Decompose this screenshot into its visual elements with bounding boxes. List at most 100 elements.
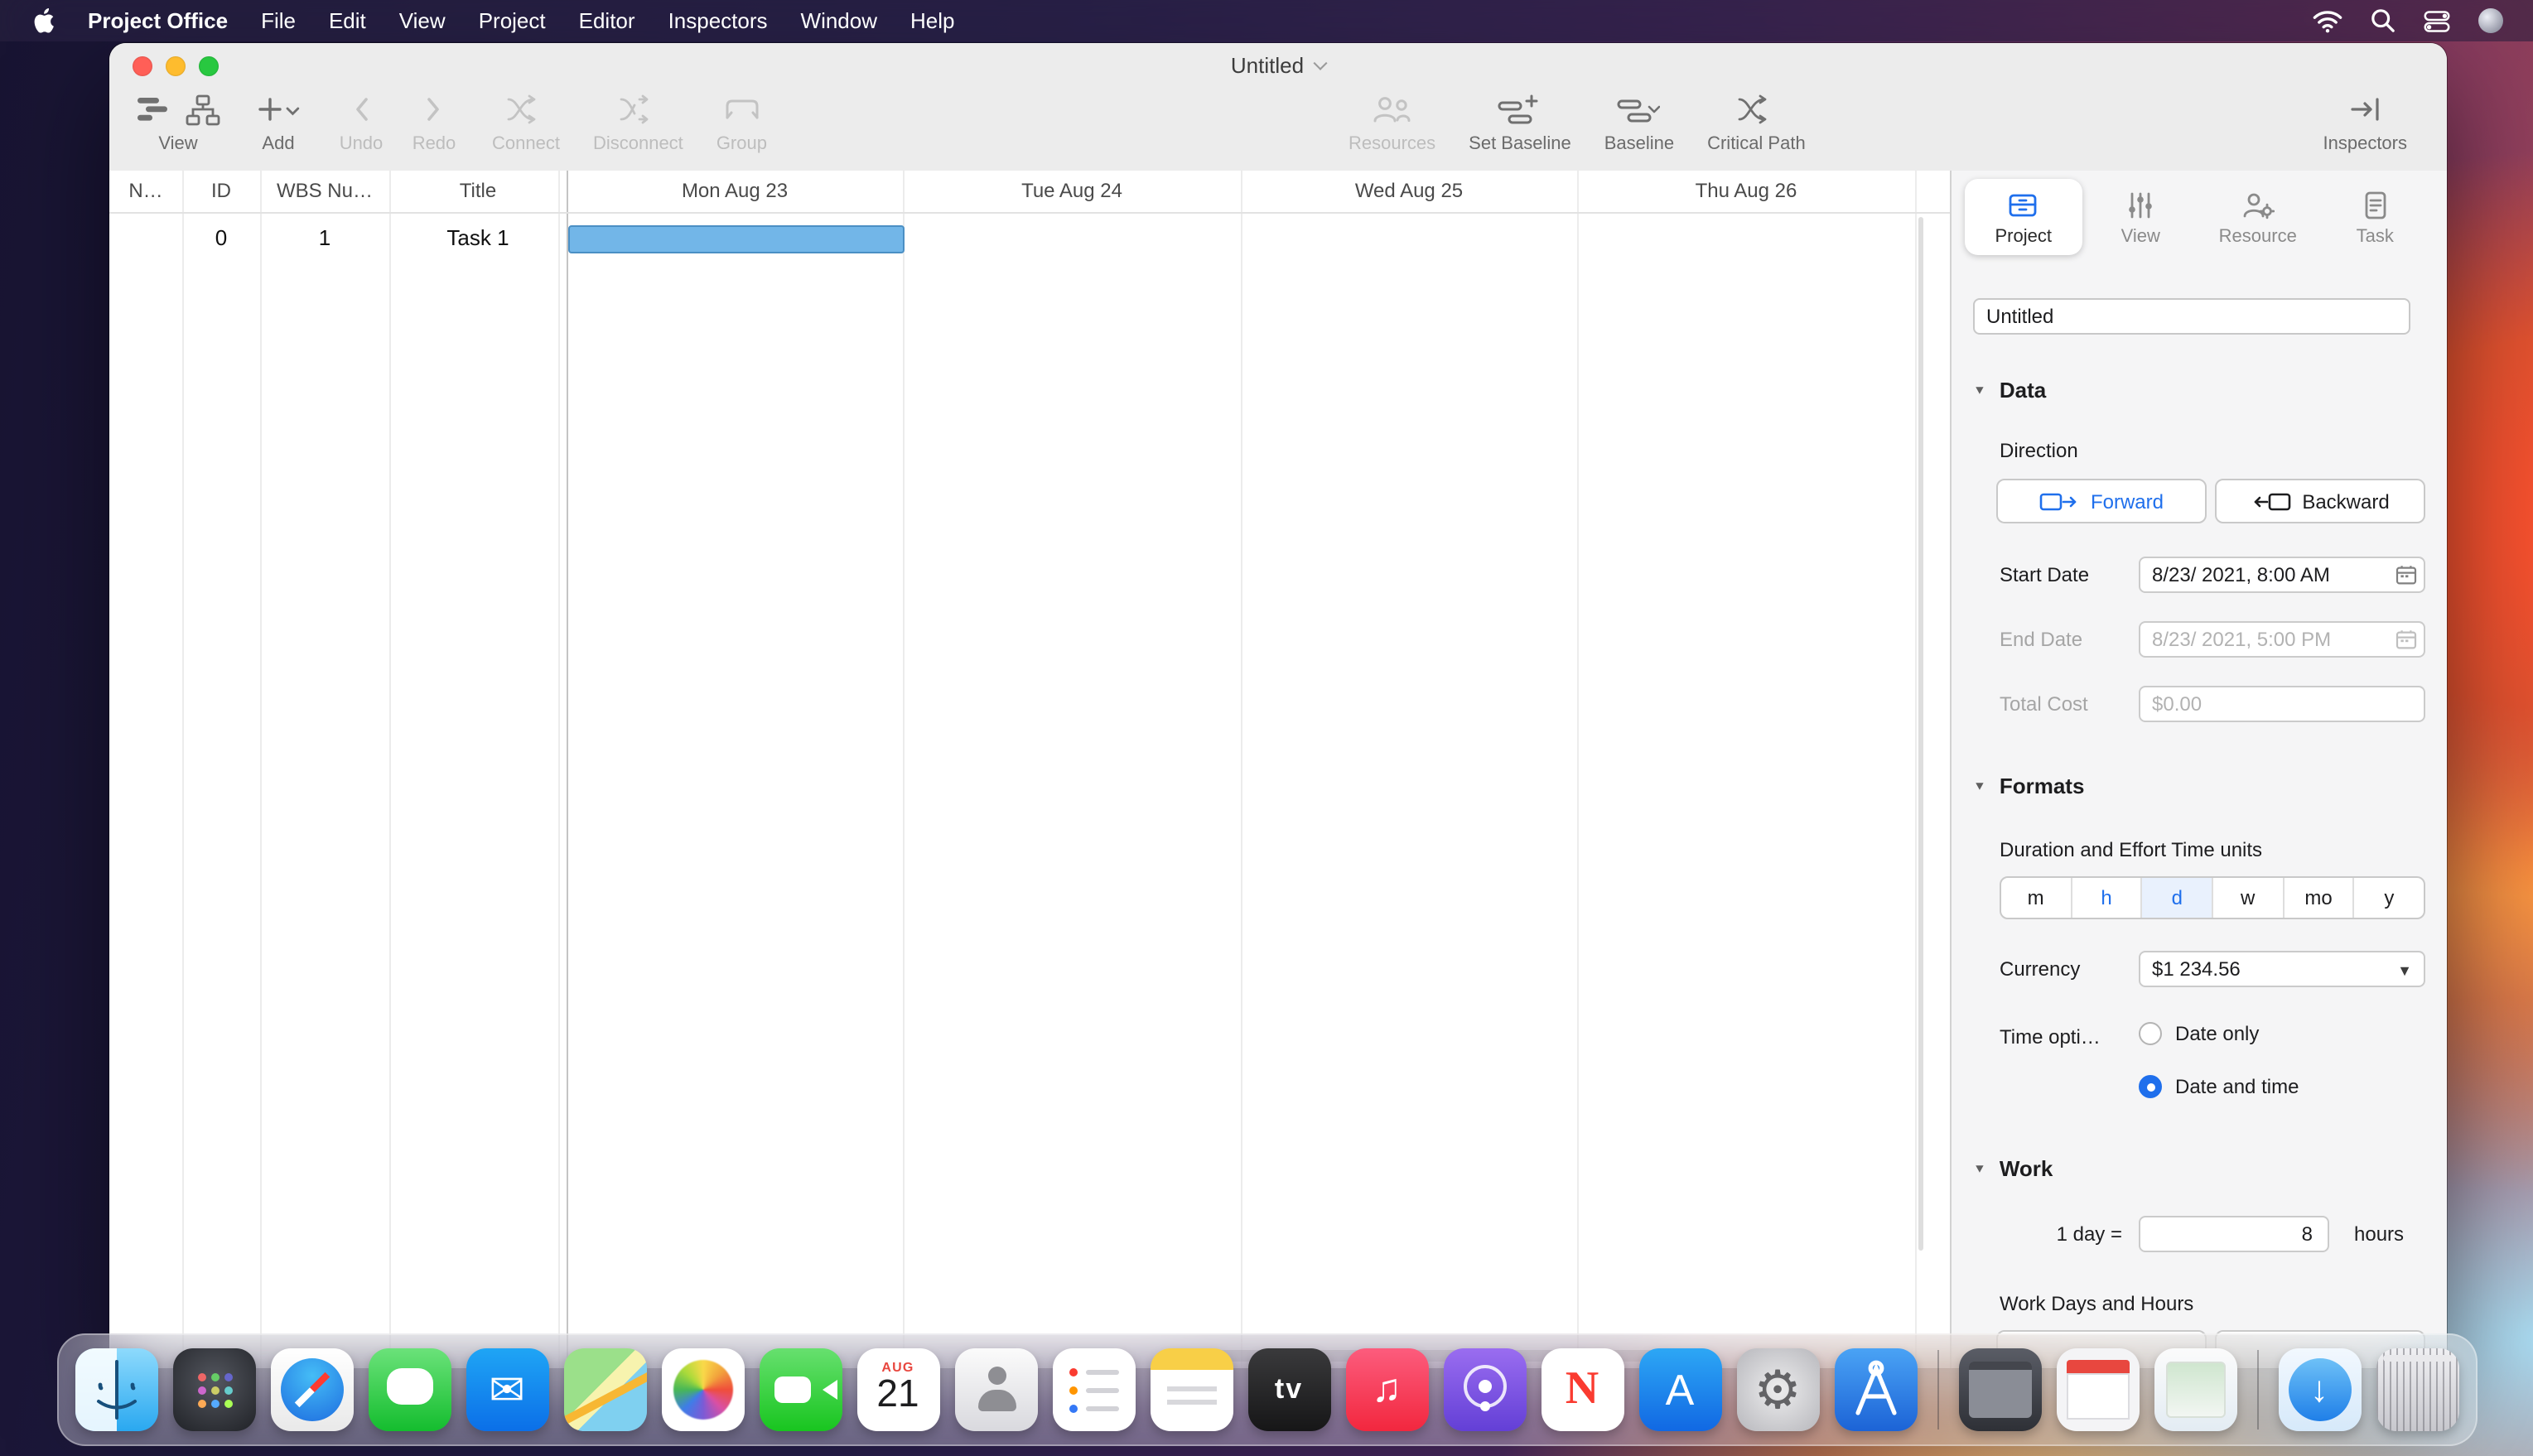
minimize-button[interactable] bbox=[166, 56, 186, 76]
menu-app-name[interactable]: Project Office bbox=[71, 8, 244, 33]
disclosure-triangle-icon[interactable]: ▼ bbox=[1973, 779, 1986, 793]
menu-project[interactable]: Project bbox=[462, 8, 562, 33]
task-gantt-bar[interactable] bbox=[568, 225, 905, 253]
unit-years[interactable]: y bbox=[2353, 878, 2424, 918]
disclosure-triangle-icon[interactable]: ▼ bbox=[1973, 383, 1986, 397]
table-timeline-divider[interactable] bbox=[567, 171, 568, 1368]
dock-maps-icon[interactable] bbox=[563, 1348, 646, 1431]
column-divider bbox=[182, 171, 184, 1368]
siri-icon[interactable] bbox=[2478, 8, 2503, 33]
tab-view[interactable]: View bbox=[2082, 179, 2200, 255]
unit-days[interactable]: d bbox=[2141, 878, 2212, 918]
control-center-icon[interactable] bbox=[2424, 9, 2450, 32]
disclosure-triangle-icon[interactable]: ▼ bbox=[1973, 1162, 1986, 1175]
set-baseline-button[interactable]: Set Baseline bbox=[1469, 91, 1571, 154]
view-tab-icon bbox=[2124, 188, 2157, 221]
dock-music-icon[interactable] bbox=[1345, 1348, 1428, 1431]
menu-view[interactable]: View bbox=[383, 8, 462, 33]
day-header-tue: Tue Aug 24 bbox=[903, 171, 1241, 212]
window-chrome: Untitled View Add bbox=[109, 43, 2447, 172]
date-and-time-label: Date and time bbox=[2175, 1075, 2299, 1098]
spotlight-search-icon[interactable] bbox=[2371, 8, 2395, 33]
dock-system-preferences-icon[interactable] bbox=[1736, 1348, 1819, 1431]
close-button[interactable] bbox=[133, 56, 152, 76]
unit-months[interactable]: mo bbox=[2282, 878, 2352, 918]
dock-project-office-icon[interactable] bbox=[1834, 1348, 1917, 1431]
date-and-time-radio[interactable] bbox=[2139, 1075, 2162, 1098]
dock-contacts-icon[interactable] bbox=[954, 1348, 1037, 1431]
task-row[interactable]: 0 1 Task 1 bbox=[109, 212, 1950, 265]
menu-edit[interactable]: Edit bbox=[312, 8, 383, 33]
dock-apple-tv-icon[interactable] bbox=[1247, 1348, 1330, 1431]
view-toolbar-control[interactable]: View bbox=[136, 91, 220, 154]
menu-window[interactable]: Window bbox=[784, 8, 895, 33]
window-content: N… ID WBS Nu… Title Mon Aug 23 Tue Aug 2… bbox=[109, 171, 2447, 1368]
dock-downloads-icon[interactable] bbox=[2278, 1348, 2361, 1431]
inspectors-icon bbox=[2348, 94, 2381, 124]
work-section-header[interactable]: ▼ Work bbox=[1973, 1156, 2425, 1181]
unit-weeks[interactable]: w bbox=[2212, 878, 2282, 918]
dock-launchpad-icon[interactable] bbox=[172, 1348, 255, 1431]
dock-recent-app-2-icon[interactable] bbox=[2056, 1348, 2139, 1431]
toolbar-undo-label: Undo bbox=[340, 134, 384, 154]
title-chevron-icon[interactable] bbox=[1314, 56, 1328, 70]
dock-recent-app-3-icon[interactable] bbox=[2154, 1348, 2236, 1431]
dock-news-icon[interactable] bbox=[1541, 1348, 1624, 1431]
day-header-mon: Mon Aug 23 bbox=[567, 171, 903, 212]
zoom-button[interactable] bbox=[199, 56, 219, 76]
dock-messages-icon[interactable] bbox=[368, 1348, 451, 1431]
dock-recent-app-1-icon[interactable] bbox=[1958, 1348, 2041, 1431]
backward-button[interactable]: Backward bbox=[2215, 479, 2425, 523]
apple-menu[interactable] bbox=[17, 8, 71, 33]
tab-resource[interactable]: Resource bbox=[2199, 179, 2317, 255]
column-header-id: ID bbox=[182, 171, 260, 212]
hours-unit-label: hours bbox=[2354, 1222, 2404, 1246]
tab-project-label: Project bbox=[1995, 226, 2053, 246]
unit-minutes[interactable]: m bbox=[2001, 878, 2070, 918]
forward-button[interactable]: Forward bbox=[1996, 479, 2207, 523]
add-task-button[interactable]: Add bbox=[253, 91, 303, 154]
network-view-icon[interactable] bbox=[186, 94, 220, 125]
dock-notes-icon[interactable] bbox=[1150, 1348, 1233, 1431]
menu-file[interactable]: File bbox=[244, 8, 312, 33]
dock-app-store-icon[interactable] bbox=[1638, 1348, 1721, 1431]
menu-help[interactable]: Help bbox=[894, 8, 972, 33]
toolbar-connect-label: Connect bbox=[492, 134, 560, 154]
date-only-label: Date only bbox=[2175, 1022, 2259, 1045]
inspectors-toggle-button[interactable]: Inspectors bbox=[2323, 91, 2408, 154]
menu-inspectors[interactable]: Inspectors bbox=[652, 8, 784, 33]
tab-task[interactable]: Task bbox=[2317, 179, 2434, 255]
menu-editor[interactable]: Editor bbox=[562, 8, 652, 33]
vertical-scrollbar[interactable] bbox=[1918, 217, 1923, 1251]
dock-facetime-icon[interactable] bbox=[759, 1348, 842, 1431]
calendar-icon[interactable] bbox=[2395, 565, 2417, 585]
end-date-row: End Date 8/23/ 2021, 5:00 PM bbox=[1952, 621, 2447, 658]
dock-finder-icon[interactable] bbox=[75, 1348, 157, 1431]
gantt-view-icon[interactable] bbox=[136, 93, 169, 126]
dock-podcasts-icon[interactable] bbox=[1443, 1348, 1526, 1431]
tab-project[interactable]: Project bbox=[1965, 179, 2082, 255]
currency-dropdown[interactable]: $1 234.56 ▼ bbox=[2139, 951, 2425, 987]
baseline-button[interactable]: Baseline bbox=[1604, 91, 1674, 154]
total-cost-row: Total Cost $0.00 bbox=[1952, 686, 2447, 722]
critical-path-button[interactable]: Critical Path bbox=[1707, 91, 1806, 154]
wifi-icon[interactable] bbox=[2313, 9, 2342, 32]
project-name-input[interactable] bbox=[1973, 298, 2410, 335]
inspector-tabs: Project View Resource Task bbox=[1965, 179, 2434, 255]
traffic-lights bbox=[133, 56, 219, 76]
dock-photos-icon[interactable] bbox=[661, 1348, 744, 1431]
date-only-radio[interactable] bbox=[2139, 1022, 2162, 1045]
start-date-field[interactable]: 8/23/ 2021, 8:00 AM bbox=[2139, 557, 2425, 593]
hours-per-day-input[interactable] bbox=[2139, 1216, 2329, 1252]
dock-calendar-icon[interactable]: AUG 21 bbox=[856, 1348, 939, 1431]
dock-reminders-icon[interactable] bbox=[1052, 1348, 1135, 1431]
formats-section-header[interactable]: ▼ Formats bbox=[1973, 774, 2425, 798]
work-section-title: Work bbox=[2000, 1156, 2053, 1181]
task-wbs-cell: 1 bbox=[260, 212, 389, 265]
dock-mail-icon[interactable] bbox=[466, 1348, 548, 1431]
dock-safari-icon[interactable] bbox=[270, 1348, 353, 1431]
end-date-value: 8/23/ 2021, 5:00 PM bbox=[2152, 628, 2331, 651]
data-section-header[interactable]: ▼ Data bbox=[1973, 378, 2425, 403]
unit-hours[interactable]: h bbox=[2070, 878, 2140, 918]
dock-trash-icon[interactable] bbox=[2376, 1348, 2458, 1431]
